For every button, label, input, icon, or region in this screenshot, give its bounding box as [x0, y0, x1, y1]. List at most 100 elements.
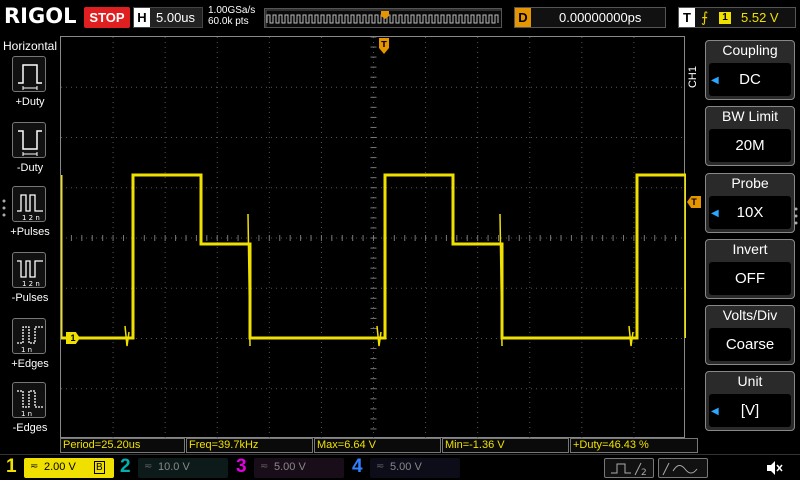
measure-negative-duty-button[interactable]: -Duty	[0, 122, 60, 184]
channel-number: 3	[236, 456, 247, 477]
timebase-value: 5.00us	[156, 10, 196, 25]
channel-scale: 2.00 V	[44, 461, 76, 473]
left-arrow-icon: ◀	[711, 406, 719, 417]
measure-category-title: Horizontal	[2, 39, 58, 53]
measure-label: -Duty	[16, 162, 44, 174]
channel-number: 4	[352, 456, 363, 477]
menu-item-value: [V]	[709, 394, 791, 427]
menu-item-value: 10X	[709, 196, 791, 229]
measure-negative-edges-button[interactable]: 1 n -Edges	[0, 382, 60, 444]
trigger-level-value: 5.52 V	[741, 10, 779, 25]
ch1-edge-ringing	[376, 325, 382, 347]
left-arrow-icon: ◀	[711, 208, 719, 219]
channel-number: 1	[6, 456, 17, 477]
memory-overview[interactable]	[264, 8, 502, 28]
trigger-key-label: T	[679, 8, 695, 27]
menu-item-value: Coarse	[709, 328, 791, 361]
measure-label: -Pulses	[11, 292, 49, 304]
measure-label: +Duty	[15, 96, 45, 108]
brand-logo: RIGOL	[4, 4, 77, 28]
invert-menu-item[interactable]: Invert OFF	[705, 239, 795, 299]
positive-duty-icon	[12, 56, 46, 92]
channel-scale: 5.00 V	[390, 461, 422, 473]
positive-pulses-icon: 1 2 n	[12, 186, 46, 222]
delay-key-label: D	[515, 8, 531, 27]
coupling-menu-item[interactable]: Coupling DC ◀	[705, 40, 795, 100]
math-button[interactable]: 2	[604, 458, 654, 478]
menu-item-title: Coupling	[722, 42, 778, 58]
memory-waveform-overview	[265, 9, 501, 27]
trigger-display[interactable]: T ⨍ 1 5.52 V	[678, 7, 796, 28]
channel-4-status[interactable]: 4 ≂ 5.00 V	[352, 456, 464, 478]
graticule	[61, 37, 686, 439]
status-bar: RIGOL STOP H 5.00us 1.00GSa/s 60.0k pts …	[0, 0, 800, 36]
menu-item-value: OFF	[709, 262, 791, 295]
measure-positive-duty-button[interactable]: +Duty	[0, 56, 60, 118]
scroll-dots-icon	[2, 199, 6, 217]
measure-negative-pulses-button[interactable]: 1 2 n -Pulses	[0, 252, 60, 314]
ch1-edge-ringing	[628, 325, 634, 347]
acquisition-info: 1.00GSa/s 60.0k pts	[208, 5, 255, 27]
negative-edges-icon: 1 n	[12, 382, 46, 418]
svg-text:1 2 n: 1 2 n	[22, 214, 40, 222]
unit-menu-item[interactable]: Unit [V] ◀	[705, 371, 795, 431]
ch1-edge-ringing	[124, 325, 130, 347]
measurement-min: Min=-1.36 V	[442, 438, 569, 453]
channel-menu: Coupling DC ◀ BW Limit 20M Probe 10X ◀ I…	[705, 40, 795, 440]
coupling-icon: ≂	[30, 461, 39, 472]
measure-label: +Pulses	[10, 226, 50, 238]
channel-scale-box: ≂ 10.0 V	[138, 458, 228, 478]
measurement-frequency: Freq=39.7kHz	[186, 438, 313, 453]
channel-scale-box: ≂ 5.00 V	[370, 458, 460, 478]
menu-item-title: Invert	[732, 241, 768, 257]
measure-panel: Horizontal +Duty -Duty 1 2 n +Pulses 1 2…	[0, 36, 60, 454]
waveform-display[interactable]	[60, 36, 686, 439]
coupling-icon: ≂	[144, 461, 153, 472]
menu-item-title: Probe	[731, 175, 769, 191]
trigger-level-marker[interactable]: T	[687, 196, 701, 208]
channel-bar: 1 ≂ 2.00 V B 2 ≂ 10.0 V 3 ≂ 5.00 V 4 ≂ 5…	[0, 454, 800, 480]
run-stop-status[interactable]: STOP	[84, 7, 130, 28]
trigger-marker-label: T	[381, 40, 387, 49]
volts-div-menu-item[interactable]: Volts/Div Coarse	[705, 305, 795, 365]
timebase-display[interactable]: H 5.00us	[133, 7, 203, 28]
menu-item-value: 20M	[709, 129, 791, 162]
measure-label: -Edges	[12, 422, 48, 434]
channel-scale-box: ≂ 2.00 V B	[24, 458, 114, 478]
scroll-dots-icon	[794, 207, 798, 225]
menu-item-value: DC	[709, 63, 791, 96]
measure-label: +Edges	[11, 358, 49, 370]
bw-limit-menu-item[interactable]: BW Limit 20M	[705, 106, 795, 166]
left-arrow-icon: ◀	[711, 75, 719, 86]
ch1-waveform	[61, 173, 686, 340]
menu-item-title: Volts/Div	[722, 307, 778, 323]
bandwidth-limit-icon: B	[94, 461, 105, 474]
menu-item-title: Unit	[737, 373, 763, 389]
math-waveform-icon: 2	[611, 462, 647, 478]
channel-1-status[interactable]: 1 ≂ 2.00 V B	[6, 456, 118, 478]
coupling-icon: ≂	[376, 461, 385, 472]
probe-menu-item[interactable]: Probe 10X ◀	[705, 173, 795, 233]
trigger-source: 1	[719, 12, 731, 24]
svg-text:1 2 n: 1 2 n	[22, 280, 40, 288]
channel-3-status[interactable]: 3 ≂ 5.00 V	[236, 456, 348, 478]
delay-display[interactable]: D 0.00000000ps	[514, 7, 666, 28]
speaker-mute-icon[interactable]	[764, 459, 784, 477]
delay-value: 0.00000000ps	[559, 10, 642, 25]
ref-button[interactable]	[658, 458, 708, 478]
measure-positive-pulses-button[interactable]: 1 2 n +Pulses	[0, 186, 60, 248]
channel-scale: 10.0 V	[158, 461, 190, 473]
svg-text:1 n: 1 n	[21, 410, 32, 418]
measurement-period: Period=25.20us	[60, 438, 185, 453]
svg-text:2: 2	[641, 468, 647, 478]
sample-rate: 1.00GSa/s	[208, 5, 256, 16]
coupling-icon: ≂	[260, 461, 269, 472]
channel-2-status[interactable]: 2 ≂ 10.0 V	[120, 456, 232, 478]
reference-waveform-icon	[662, 462, 698, 476]
measure-positive-edges-button[interactable]: 1 n +Edges	[0, 318, 60, 380]
channel-number: 2	[120, 456, 131, 477]
menu-channel-tag: CH1	[687, 66, 699, 89]
menu-item-title: BW Limit	[722, 108, 778, 124]
trigger-position-marker-icon[interactable]: T	[379, 38, 389, 56]
measurement-duty: +Duty=46.43 %	[570, 438, 698, 453]
